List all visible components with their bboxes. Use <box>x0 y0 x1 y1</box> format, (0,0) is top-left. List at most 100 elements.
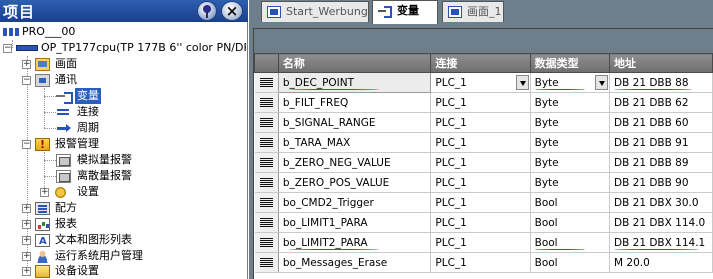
connection-cell[interactable]: PLC_1 <box>430 192 531 213</box>
column-header-connection[interactable]: 连接 <box>430 53 531 73</box>
tree-item-alarm-settings[interactable]: + 设置 <box>40 184 99 200</box>
expand-icon[interactable]: + <box>22 252 31 261</box>
address-cell[interactable]: DB 21 DBB 89 <box>609 152 713 173</box>
datatype-cell[interactable]: Byte <box>530 152 611 173</box>
address-cell[interactable]: DB 21 DBB 60 <box>609 112 713 133</box>
row-handle[interactable] <box>254 132 279 153</box>
tree-item-label: 连接 <box>77 105 99 118</box>
name-cell[interactable]: b_FILT_FREQ <box>278 92 432 113</box>
datatype-cell[interactable]: Byte <box>530 72 611 93</box>
column-header-name[interactable]: 名称 <box>277 53 432 73</box>
tree-item-discrete-alarms[interactable]: 离散量报警 <box>56 168 132 184</box>
tree-item-alarm-management[interactable]: − 报警管理 <box>22 136 99 153</box>
pin-icon[interactable] <box>197 1 217 21</box>
name-cell[interactable]: b_ZERO_POS_VALUE <box>278 172 432 193</box>
datatype-cell[interactable]: Bool <box>530 212 611 233</box>
table-row[interactable]: b_ZERO_NEG_VALUE PLC_1 Byte DB 21 DBB 89 <box>254 152 713 173</box>
collapse-icon[interactable]: − <box>22 140 31 149</box>
tab-start-werbung[interactable]: Start_Werbung <box>261 1 369 22</box>
table-row[interactable]: bo_LIMIT2_PARA PLC_1 Bool DB 21 DBX 114.1 <box>254 232 713 253</box>
datatype-cell[interactable]: Byte <box>530 172 611 193</box>
expand-icon[interactable]: + <box>22 267 31 276</box>
collapse-icon[interactable]: − <box>22 76 31 85</box>
datatype-cell[interactable]: Byte <box>530 112 611 133</box>
datatype-cell[interactable]: Bool <box>530 252 611 273</box>
row-handle[interactable] <box>254 72 279 93</box>
table-row[interactable]: b_FILT_FREQ PLC_1 Byte DB 21 DBB 62 <box>254 92 713 113</box>
close-icon[interactable]: × <box>221 1 243 21</box>
datatype-cell[interactable]: Byte <box>530 92 611 113</box>
tree-item-reports[interactable]: + 报表 <box>22 216 77 232</box>
tree-item-recipes[interactable]: + 配方 <box>22 200 77 216</box>
datatype-cell[interactable]: Bool <box>530 232 611 253</box>
datatype-cell[interactable]: Byte <box>530 132 611 153</box>
address-cell[interactable]: DB 21 DBB 88 <box>609 72 713 93</box>
connection-cell[interactable]: PLC_1 <box>430 72 531 93</box>
tree-device[interactable]: − OP_TP177cpu(TP 177B 6'' color PN/DP) <box>3 40 246 56</box>
name-cell[interactable]: bo_Messages_Erase <box>278 252 432 273</box>
address-cell[interactable]: DB 21 DBX 114.0 <box>609 212 713 233</box>
dropdown-arrow-icon[interactable] <box>595 75 609 90</box>
address-cell[interactable]: DB 21 DBB 90 <box>609 172 713 193</box>
column-header-datatype[interactable]: 数据类型 <box>529 53 611 73</box>
address-cell[interactable]: M 20.0 <box>609 252 713 273</box>
address-cell[interactable]: DB 21 DBB 91 <box>609 132 713 153</box>
connection-cell[interactable]: PLC_1 <box>430 172 531 193</box>
tree-item-text-graphic-lists[interactable]: + 文本和图形列表 <box>22 232 132 250</box>
name-cell[interactable]: bo_LIMIT2_PARA <box>278 232 432 253</box>
tree-item-device-settings[interactable]: + 设备设置 <box>22 263 99 279</box>
table-row[interactable]: b_TARA_MAX PLC_1 Byte DB 21 DBB 91 <box>254 132 713 153</box>
connection-cell[interactable]: PLC_1 <box>430 212 531 233</box>
connection-cell[interactable]: PLC_1 <box>430 152 531 173</box>
connection-cell[interactable]: PLC_1 <box>430 232 531 253</box>
expand-icon[interactable]: + <box>22 60 31 69</box>
expand-icon[interactable]: + <box>22 220 31 229</box>
row-handle[interactable] <box>254 232 279 253</box>
dropdown-arrow-icon[interactable] <box>515 75 529 90</box>
expand-icon[interactable]: + <box>22 236 31 245</box>
connection-cell[interactable]: PLC_1 <box>430 132 531 153</box>
table-row[interactable]: b_DEC_POINT PLC_1 Byte DB 21 DBB 88 <box>254 72 713 93</box>
name-cell[interactable]: bo_LIMIT1_PARA <box>278 212 432 233</box>
row-handle[interactable] <box>254 192 279 213</box>
connection-cell[interactable]: PLC_1 <box>430 112 531 133</box>
tree-item-tags[interactable]: 变量 <box>56 88 101 104</box>
tab-tags[interactable]: 变量 <box>372 0 438 24</box>
table-row[interactable]: b_ZERO_POS_VALUE PLC_1 Byte DB 21 DBB 90 <box>254 172 713 193</box>
tree-item-connections[interactable]: 连接 <box>56 104 99 120</box>
tree-item-runtime-user-admin[interactable]: + 运行系统用户管理 <box>22 248 143 264</box>
row-handle[interactable] <box>254 112 279 133</box>
connection-cell[interactable]: PLC_1 <box>430 92 531 113</box>
expand-icon[interactable]: + <box>22 204 31 213</box>
name-cell[interactable]: bo_CMD2_Trigger <box>278 192 432 213</box>
name-cell[interactable]: b_ZERO_NEG_VALUE <box>278 152 432 173</box>
table-row[interactable]: b_SIGNAL_RANGE PLC_1 Byte DB 21 DBB 60 <box>254 112 713 133</box>
name-cell[interactable]: b_SIGNAL_RANGE <box>278 112 432 133</box>
connection-cell[interactable]: PLC_1 <box>430 252 531 273</box>
tree-item-analog-alarms[interactable]: 模拟量报警 <box>56 152 132 168</box>
tree-item-screens[interactable]: + 画面 <box>22 56 77 72</box>
row-handle[interactable] <box>254 172 279 193</box>
name-cell[interactable]: b_DEC_POINT <box>277 72 432 93</box>
row-handle[interactable] <box>254 212 279 233</box>
tag-icon <box>378 5 392 18</box>
tab-screen-1[interactable]: 画面_1 <box>442 1 504 22</box>
address-cell[interactable]: DB 21 DBX 114.1 <box>609 232 713 253</box>
tree-item-cycles[interactable]: 周期 <box>56 120 99 136</box>
table-row[interactable]: bo_Messages_Erase PLC_1 Bool M 20.0 <box>254 252 713 273</box>
tree-item-communication[interactable]: − 通讯 <box>22 72 77 88</box>
datatype-cell[interactable]: Bool <box>530 192 611 213</box>
column-header-address[interactable]: 地址 <box>609 53 713 73</box>
collapse-icon[interactable]: − <box>3 44 12 53</box>
name-cell[interactable]: b_TARA_MAX <box>278 132 432 153</box>
address-cell[interactable]: DB 21 DBB 62 <box>609 92 713 113</box>
tree-root[interactable]: PRO___00 <box>3 24 75 40</box>
row-handle[interactable] <box>254 152 279 173</box>
expand-icon[interactable]: + <box>40 188 49 197</box>
screen-icon <box>267 6 281 18</box>
row-handle[interactable] <box>254 92 279 113</box>
row-handle[interactable] <box>254 252 279 273</box>
address-cell[interactable]: DB 21 DBX 30.0 <box>609 192 713 213</box>
table-row[interactable]: bo_LIMIT1_PARA PLC_1 Bool DB 21 DBX 114.0 <box>254 212 713 233</box>
table-row[interactable]: bo_CMD2_Trigger PLC_1 Bool DB 21 DBX 30.0 <box>254 192 713 213</box>
